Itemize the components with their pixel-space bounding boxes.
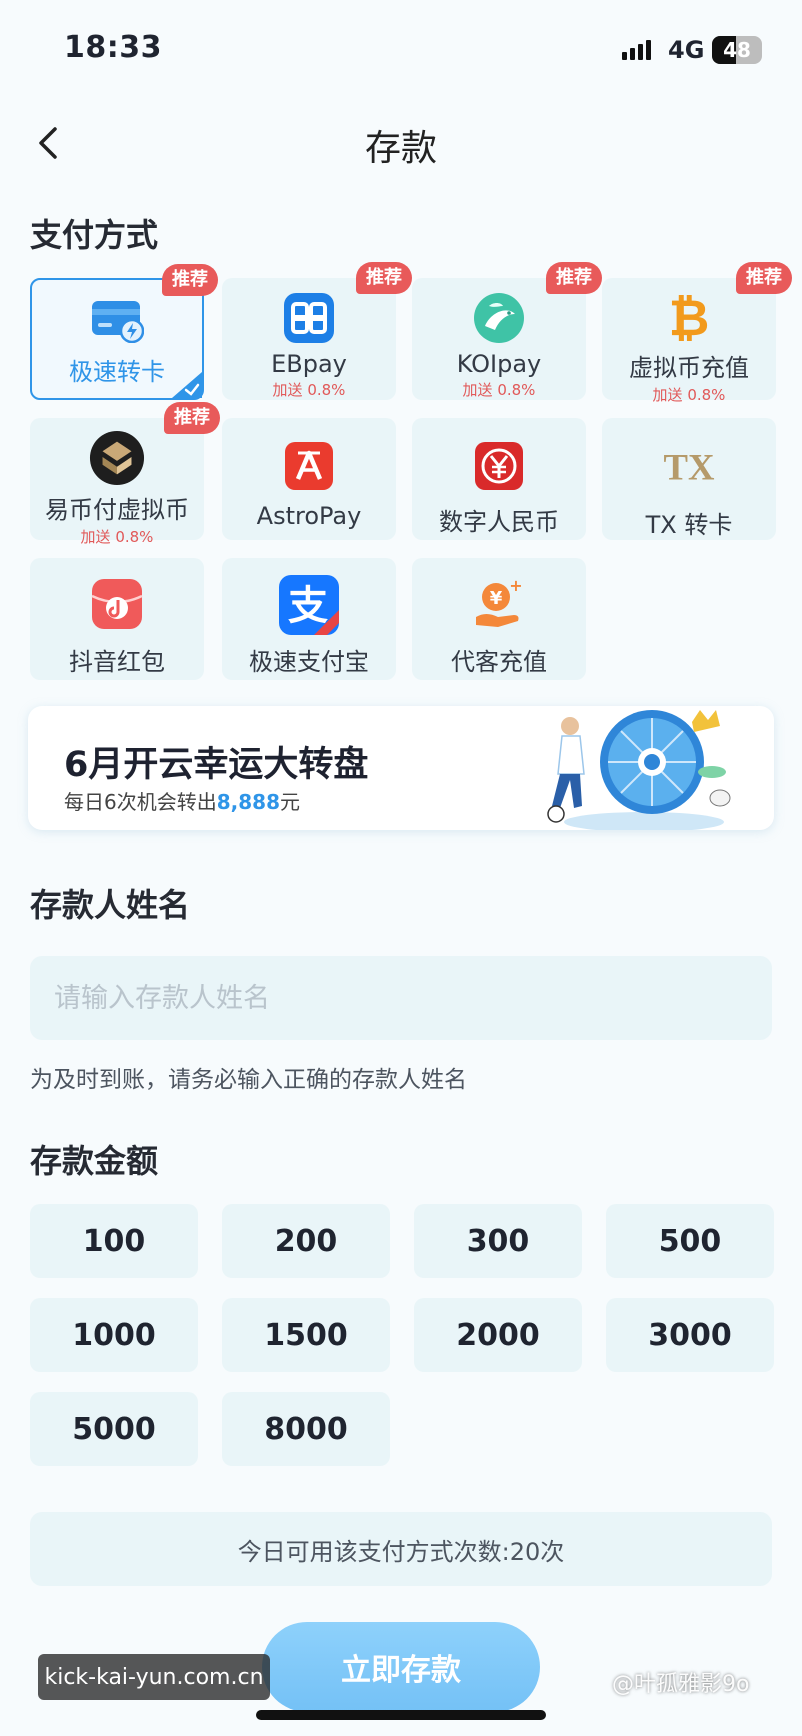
svg-text:TX: TX bbox=[664, 446, 715, 487]
amount-option-1000[interactable]: 1000 bbox=[30, 1298, 198, 1372]
bonus-rate: 加送 0.8% bbox=[272, 381, 346, 399]
banner-subtitle: 每日6次机会转出8,888元 bbox=[64, 786, 300, 815]
pay-method-agent-recharge[interactable]: ¥ + 代客充值 bbox=[412, 558, 586, 680]
pay-method-fast-alipay[interactable]: 支 极速支付宝 bbox=[222, 558, 396, 680]
daily-usage-limit: 今日可用该支付方式次数:20次 bbox=[30, 1512, 772, 1586]
banner-amount: 8,888 bbox=[216, 790, 280, 814]
bonus-rate: 加送 0.8% bbox=[80, 528, 154, 546]
bonus-rate: 加送 0.8% bbox=[462, 381, 536, 399]
deposit-now-button[interactable]: 立即存款 bbox=[262, 1622, 540, 1712]
banner-title: 6月开云幸运大转盘 bbox=[64, 745, 369, 785]
pay-method-koipay[interactable]: KOIpay 加送 0.8% 推荐 bbox=[412, 262, 602, 400]
pay-method-douyin-red-packet[interactable]: 抖音红包 bbox=[30, 558, 204, 680]
hand-coin-icon: ¥ + bbox=[471, 576, 527, 632]
pay-method-name: 极速支付宝 bbox=[249, 648, 369, 676]
pay-method-digital-rmb[interactable]: 数字人民币 bbox=[412, 418, 586, 540]
recommend-badge: 推荐 bbox=[162, 264, 218, 296]
bitcoin-icon: ₿ bbox=[661, 290, 717, 344]
banner-subtitle-prefix: 每日6次机会转出 bbox=[64, 790, 217, 814]
payment-section-title: 支付方式 bbox=[30, 216, 159, 254]
pay-method-name: 极速转卡 bbox=[69, 358, 165, 386]
amount-option-500[interactable]: 500 bbox=[606, 1204, 774, 1278]
tx-logo-icon: TX bbox=[661, 438, 717, 493]
depositor-name-input[interactable] bbox=[30, 956, 772, 1040]
svg-text:₿: ₿ bbox=[669, 290, 710, 344]
author-watermark: @叶孤雅影9o bbox=[612, 1672, 750, 1697]
pay-method-name: 代客充值 bbox=[451, 648, 547, 676]
pay-method-name: AstroPay bbox=[256, 502, 362, 530]
recommend-badge: 推荐 bbox=[356, 262, 412, 294]
bonus-rate: 加送 0.8% bbox=[652, 386, 726, 404]
amount-option-3000[interactable]: 3000 bbox=[606, 1298, 774, 1372]
lucky-wheel-banner[interactable]: 6月开云幸运大转盘 每日6次机会转出8,888元 bbox=[28, 706, 774, 830]
pay-method-name: 数字人民币 bbox=[439, 508, 559, 536]
recommend-badge: 推荐 bbox=[546, 262, 602, 294]
site-watermark: kick-kai-yun.com.cn bbox=[38, 1654, 270, 1700]
pay-method-ebpay[interactable]: EBpay 加送 0.8% 推荐 bbox=[222, 262, 412, 400]
signal-bars-icon bbox=[622, 40, 651, 60]
koi-fish-icon bbox=[471, 290, 527, 346]
depositor-section-title: 存款人姓名 bbox=[30, 886, 191, 924]
amount-option-100[interactable]: 100 bbox=[30, 1204, 198, 1278]
amount-option-2000[interactable]: 2000 bbox=[414, 1298, 582, 1372]
svg-text:¥: ¥ bbox=[490, 588, 503, 609]
pay-method-name: EBpay bbox=[271, 350, 347, 378]
status-bar: 18:33 4G 48 bbox=[0, 0, 802, 100]
amount-option-5000[interactable]: 5000 bbox=[30, 1392, 198, 1466]
pay-method-name: 虚拟币充值 bbox=[629, 354, 749, 382]
prize-wheel-illustration bbox=[547, 710, 731, 830]
pay-method-name: 易币付虚拟币 bbox=[45, 496, 189, 524]
astropay-logo-icon bbox=[281, 438, 337, 494]
pay-method-name: 抖音红包 bbox=[69, 648, 165, 676]
amount-option-200[interactable]: 200 bbox=[222, 1204, 390, 1278]
pay-method-astropay[interactable]: AstroPay bbox=[222, 418, 396, 540]
pay-method-crypto[interactable]: ₿ 虚拟币充值 加送 0.8% 推荐 bbox=[602, 262, 792, 404]
pay-method-yibifu[interactable]: 易币付虚拟币 加送 0.8% 推荐 bbox=[30, 402, 220, 546]
pay-method-fast-card[interactable]: 极速转卡 推荐 bbox=[30, 264, 218, 400]
network-type: 4G bbox=[668, 36, 705, 64]
amount-option-300[interactable]: 300 bbox=[414, 1204, 582, 1278]
alipay-icon: 支 bbox=[278, 574, 340, 636]
recommend-badge: 推荐 bbox=[164, 402, 220, 434]
digital-rmb-icon bbox=[471, 438, 527, 494]
battery-icon: 48 bbox=[712, 36, 762, 64]
svg-text:支: 支 bbox=[288, 583, 328, 629]
amount-option-8000[interactable]: 8000 bbox=[222, 1392, 390, 1466]
pay-method-name: KOIpay bbox=[456, 350, 542, 378]
nav-bar: 存款 bbox=[0, 105, 802, 181]
pay-method-name: TX 转卡 bbox=[645, 511, 733, 539]
douyin-red-packet-icon bbox=[89, 576, 145, 632]
home-indicator[interactable] bbox=[256, 1710, 546, 1720]
svg-text:+: + bbox=[509, 577, 522, 595]
bank-card-lightning-icon bbox=[89, 292, 145, 348]
battery-percent: 48 bbox=[723, 38, 751, 62]
depositor-name-hint: 为及时到账，请务必输入正确的存款人姓名 bbox=[30, 1067, 467, 1093]
ebpay-logo-icon bbox=[281, 290, 337, 346]
yibifu-logo-icon bbox=[89, 430, 145, 486]
amount-option-1500[interactable]: 1500 bbox=[222, 1298, 390, 1372]
pay-method-tx-card[interactable]: TX TX 转卡 bbox=[602, 418, 776, 540]
status-time: 18:33 bbox=[64, 30, 162, 65]
selected-check-icon bbox=[172, 372, 202, 398]
page-title: 存款 bbox=[364, 128, 437, 169]
amount-section-title: 存款金额 bbox=[30, 1142, 159, 1180]
recommend-badge: 推荐 bbox=[736, 262, 792, 294]
banner-subtitle-suffix: 元 bbox=[280, 790, 300, 814]
